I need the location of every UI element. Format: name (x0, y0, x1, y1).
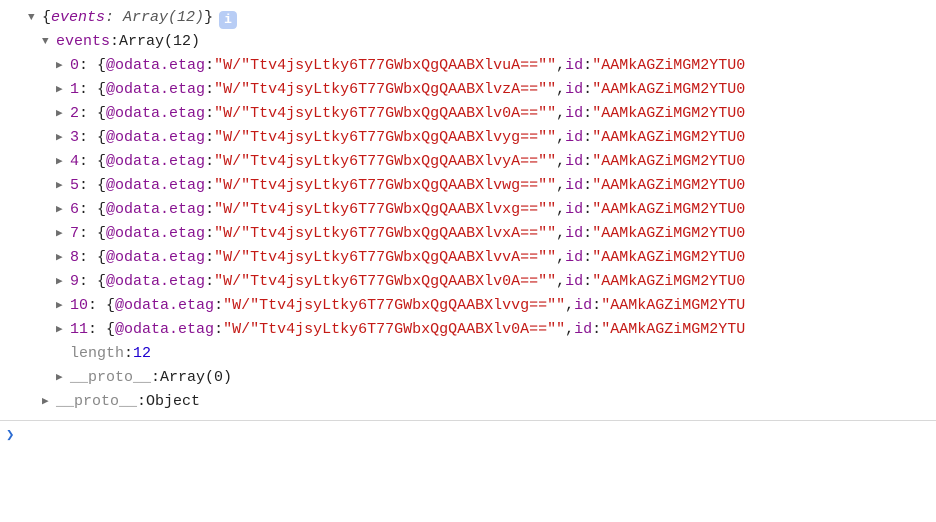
caret-right-icon[interactable]: ▶ (56, 274, 68, 292)
console-output: ▼{events: Array(12)}i▼events: Array(12)▶… (0, 6, 936, 414)
array-item[interactable]: ▶10: {@odata.etag: "W/"Ttv4jsyLtky6T77GW… (0, 294, 936, 318)
array-item[interactable]: ▶5: {@odata.etag: "W/"Ttv4jsyLtky6T77GWb… (0, 174, 936, 198)
array-item[interactable]: ▶0: {@odata.etag: "W/"Ttv4jsyLtky6T77GWb… (0, 54, 936, 78)
array-item[interactable]: ▶11: {@odata.etag: "W/"Ttv4jsyLtky6T77GW… (0, 318, 936, 342)
array-item[interactable]: ▶2: {@odata.etag: "W/"Ttv4jsyLtky6T77GWb… (0, 102, 936, 126)
array-item[interactable]: ▶4: {@odata.etag: "W/"Ttv4jsyLtky6T77GWb… (0, 150, 936, 174)
info-icon[interactable]: i (219, 11, 237, 29)
caret-down-icon[interactable]: ▼ (28, 10, 40, 28)
root-summary[interactable]: ▼{events: Array(12)}i (0, 6, 936, 30)
caret-right-icon[interactable]: ▶ (56, 154, 68, 172)
proto-object[interactable]: ▶__proto__: Object (0, 390, 936, 414)
caret-right-icon[interactable]: ▶ (56, 370, 68, 388)
array-item[interactable]: ▶8: {@odata.etag: "W/"Ttv4jsyLtky6T77GWb… (0, 246, 936, 270)
array-item[interactable]: ▶6: {@odata.etag: "W/"Ttv4jsyLtky6T77GWb… (0, 198, 936, 222)
caret-right-icon[interactable]: ▶ (56, 322, 68, 340)
console-prompt[interactable]: ❯ (0, 421, 936, 451)
caret-right-icon[interactable]: ▶ (56, 226, 68, 244)
caret-right-icon[interactable]: ▶ (56, 130, 68, 148)
caret-right-icon[interactable]: ▶ (56, 250, 68, 268)
caret-right-icon[interactable]: ▶ (56, 298, 68, 316)
proto-array[interactable]: ▶__proto__: Array(0) (0, 366, 936, 390)
caret-right-icon[interactable]: ▶ (56, 106, 68, 124)
caret-right-icon[interactable]: ▶ (42, 394, 54, 412)
events-key[interactable]: ▼events: Array(12) (0, 30, 936, 54)
array-item[interactable]: ▶1: {@odata.etag: "W/"Ttv4jsyLtky6T77GWb… (0, 78, 936, 102)
array-item[interactable]: ▶9: {@odata.etag: "W/"Ttv4jsyLtky6T77GWb… (0, 270, 936, 294)
caret-down-icon[interactable]: ▼ (42, 34, 54, 52)
array-item[interactable]: ▶7: {@odata.etag: "W/"Ttv4jsyLtky6T77GWb… (0, 222, 936, 246)
caret-right-icon[interactable]: ▶ (56, 58, 68, 76)
caret-right-icon[interactable]: ▶ (56, 202, 68, 220)
length-row: length: 12 (0, 342, 936, 366)
array-item[interactable]: ▶3: {@odata.etag: "W/"Ttv4jsyLtky6T77GWb… (0, 126, 936, 150)
caret-right-icon[interactable]: ▶ (56, 82, 68, 100)
caret-right-icon[interactable]: ▶ (56, 178, 68, 196)
